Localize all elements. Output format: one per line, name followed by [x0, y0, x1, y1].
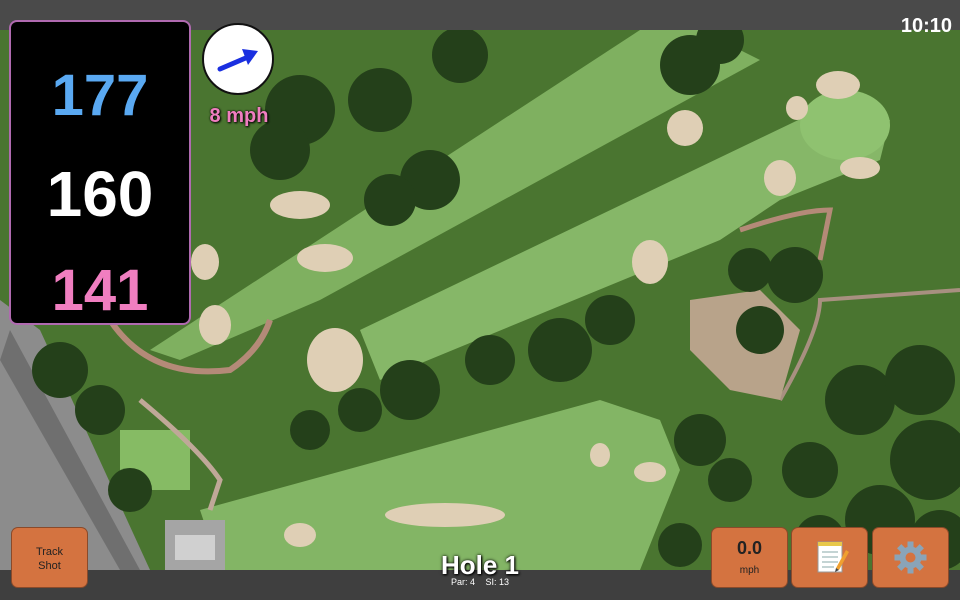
middle-yardage: 160: [46, 158, 154, 230]
wind-direction-arrow-icon: [217, 49, 258, 72]
wind-speed-label: 8 mph: [209, 105, 269, 127]
wind-indicator: [202, 23, 274, 95]
speed-value: 0.0: [736, 538, 763, 558]
hole-stroke-index: SI: 13: [485, 577, 510, 587]
yardage-panel: 177 160 141: [11, 22, 189, 323]
track-shot-button[interactable]: Track Shot: [12, 528, 87, 587]
speed-unit: mph: [739, 565, 760, 576]
speed-button[interactable]: 0.0 mph: [712, 528, 787, 587]
track-shot-label-line1: Track: [35, 546, 64, 558]
status-clock: 10:10: [900, 15, 952, 37]
notes-button[interactable]: [792, 528, 867, 587]
hole-par: Par: 4: [450, 577, 475, 587]
track-shot-label-line2: Shot: [38, 560, 61, 572]
notepad-icon: [817, 541, 849, 573]
hole-meta: Par: 4 SI: 13: [380, 577, 580, 587]
settings-button[interactable]: [873, 528, 948, 587]
front-yardage: 141: [51, 258, 149, 323]
gear-icon: [894, 541, 927, 574]
back-yardage: 177: [51, 63, 149, 128]
